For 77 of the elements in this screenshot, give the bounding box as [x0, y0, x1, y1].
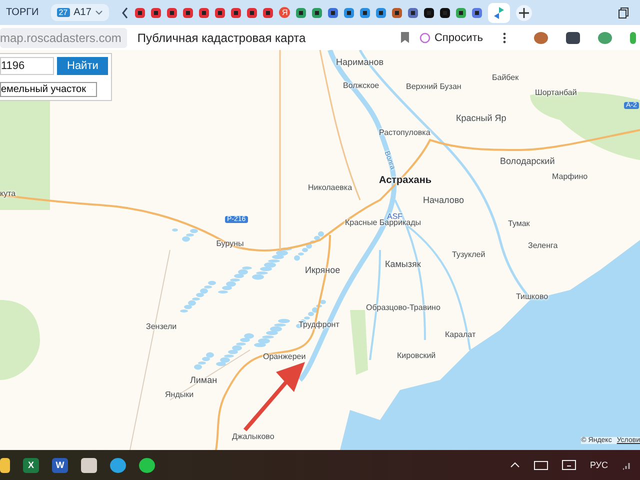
place-label: ASF [387, 212, 403, 221]
place-label: Растопуловка [379, 128, 430, 137]
new-tab-button[interactable] [516, 4, 532, 20]
pointer-arrow [243, 362, 305, 432]
place-label: Началово [423, 195, 464, 205]
tab-favicon[interactable] [247, 8, 258, 18]
telegram-icon[interactable] [110, 458, 126, 472]
type-dropdown[interactable]: емельный участок [0, 82, 97, 97]
whatsapp-icon[interactable] [139, 458, 155, 472]
place-label: Марфино [552, 172, 588, 181]
tab-favicon[interactable] [296, 8, 306, 18]
place-label: Тумак [508, 219, 530, 228]
extension-icon[interactable] [566, 32, 580, 44]
place-label: Лиман [190, 375, 218, 385]
tab-favicon[interactable] [135, 8, 146, 18]
place-label: Зензели [146, 322, 177, 331]
tab-favicon[interactable] [312, 8, 322, 18]
excel-icon[interactable]: X [23, 458, 39, 472]
tab-favicon[interactable] [215, 8, 226, 18]
page-title: Публичная кадастровая карта [137, 30, 307, 44]
tab-favicon[interactable] [408, 8, 418, 18]
search-field[interactable]: 1196 [0, 57, 54, 75]
place-label: Волжское [343, 81, 380, 90]
browser-tab[interactable]: ТОРГИ [0, 4, 45, 21]
browser-tab[interactable]: 27 A17 [50, 4, 110, 21]
tab-favicon[interactable] [424, 8, 434, 18]
place-label: Нариманов [336, 57, 384, 67]
display-icon[interactable] [562, 460, 576, 470]
language-indicator[interactable]: РУС [590, 460, 608, 470]
place-label: Джалыково [232, 432, 274, 441]
ask-button[interactable]: Спросить [419, 32, 483, 44]
yandex-tab[interactable]: Я [279, 7, 290, 18]
tab-favicon[interactable] [392, 8, 402, 18]
tab-favicon[interactable] [231, 8, 242, 18]
place-label: кута [0, 189, 16, 198]
word-icon[interactable]: W [52, 458, 68, 472]
tab-favicon[interactable] [376, 8, 386, 18]
bookmark-icon[interactable] [401, 32, 410, 43]
tab-favicon[interactable] [456, 8, 466, 18]
caret-icon[interactable] [510, 462, 520, 468]
app-icon[interactable] [81, 458, 97, 472]
wifi-icon[interactable] [622, 460, 632, 470]
tab-badge: 27 [56, 8, 70, 17]
tab-favicon[interactable] [328, 8, 338, 18]
place-label: Зеленга [528, 241, 558, 250]
tab-favicon[interactable] [472, 8, 482, 18]
active-tab[interactable] [488, 2, 510, 22]
back-icon[interactable] [121, 6, 130, 18]
place-label: Шортанбай [535, 88, 577, 97]
find-button[interactable]: Найти [57, 57, 108, 75]
menu-icon[interactable] [503, 32, 506, 44]
keyboard-icon[interactable] [534, 460, 548, 470]
tabs-icon[interactable] [618, 6, 630, 18]
place-label: Верхний Бузан [406, 82, 462, 91]
place-label: Тузуклей [452, 250, 486, 259]
tab-favicon[interactable] [183, 8, 194, 18]
tab-favicon[interactable] [167, 8, 178, 18]
place-label: Байбек [492, 73, 519, 82]
place-label: Николаевка [308, 183, 352, 192]
tab-favicon[interactable] [344, 8, 354, 18]
place-label: Оранжереи [263, 352, 306, 361]
place-label: Красный Яр [456, 113, 506, 123]
place-label: Тишково [516, 292, 548, 301]
tab-favicon[interactable] [199, 8, 210, 18]
place-label: Красные Баррикады [345, 218, 422, 227]
tab-favicon[interactable] [151, 8, 162, 18]
place-label: Камызяк [385, 259, 421, 269]
place-label: Каралат [445, 330, 476, 339]
tab-favicon[interactable] [263, 8, 274, 18]
folder-icon[interactable] [0, 458, 10, 472]
place-label: Яндыки [165, 390, 194, 399]
place-label: Образцово-Травино [366, 303, 440, 312]
place-label: Володарский [500, 156, 555, 166]
place-label: Кировский [397, 351, 436, 360]
app-icon [492, 6, 506, 20]
tab-favicon[interactable] [440, 8, 450, 18]
tab-favicon[interactable] [360, 8, 370, 18]
